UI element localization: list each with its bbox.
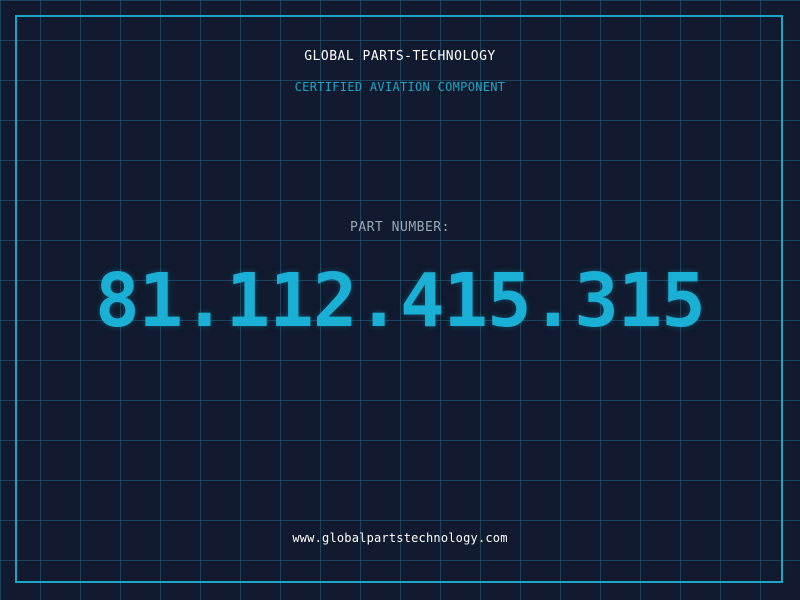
- company-title: GLOBAL PARTS-TECHNOLOGY: [304, 49, 496, 64]
- part-number-value: 81.112.415.315: [95, 258, 706, 344]
- website-url: www.globalpartstechnology.com: [292, 531, 508, 545]
- part-number-label: PART NUMBER:: [350, 220, 450, 235]
- label-canvas: GLOBAL PARTS-TECHNOLOGY CERTIFIED AVIATI…: [0, 0, 800, 600]
- certification-subtitle: CERTIFIED AVIATION COMPONENT: [294, 80, 506, 94]
